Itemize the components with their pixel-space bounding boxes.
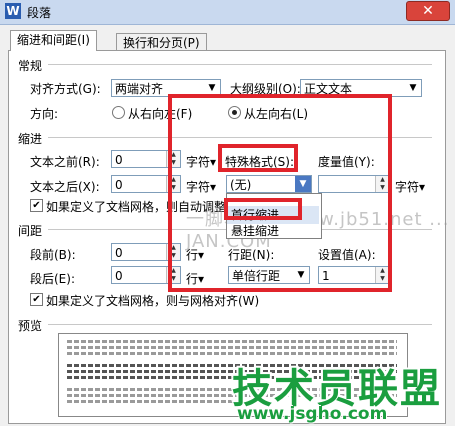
indent-after-label: 文本之后(X):	[30, 180, 100, 194]
site-url: www.jsgho.com	[237, 404, 388, 424]
preview-line	[67, 340, 397, 343]
annotation-box-first-line	[224, 198, 302, 220]
dropdown-option-hanging[interactable]: 悬挂缩进	[227, 222, 319, 240]
wps-writer-icon: W	[5, 3, 21, 19]
title-bar	[0, 0, 455, 25]
window-title: 段落	[27, 6, 52, 20]
close-icon: ✕	[422, 3, 434, 19]
spacing-heading: 间距	[18, 224, 43, 238]
indent-heading: 缩进	[18, 132, 43, 146]
direction-label: 方向:	[30, 107, 59, 121]
annotation-box-special-format	[218, 144, 298, 172]
preview-line	[67, 346, 397, 349]
spacing-grid-label: 如果定义了文档网格，则与网格对齐(W)	[46, 294, 260, 308]
preview-line	[67, 352, 397, 355]
indent-before-label: 文本之前(R):	[30, 155, 100, 169]
divider	[48, 324, 432, 325]
divider	[48, 64, 432, 65]
alignment-label: 对齐方式(G):	[30, 82, 101, 96]
space-after-label: 段后(E):	[30, 272, 75, 286]
tab-indent-spacing[interactable]: 缩进和间距(I)	[10, 30, 97, 51]
spacing-grid-checkbox[interactable]: ✔	[30, 293, 43, 306]
preview-heading: 预览	[18, 319, 43, 333]
close-button[interactable]: ✕	[406, 1, 450, 21]
indent-grid-checkbox[interactable]: ✔	[30, 199, 43, 212]
rtl-radio[interactable]	[112, 106, 125, 119]
space-before-label: 段前(B):	[30, 248, 76, 262]
measure-unit[interactable]: 字符▾	[395, 178, 425, 195]
general-heading: 常规	[18, 59, 43, 73]
chevron-down-icon: ▼	[409, 83, 417, 93]
